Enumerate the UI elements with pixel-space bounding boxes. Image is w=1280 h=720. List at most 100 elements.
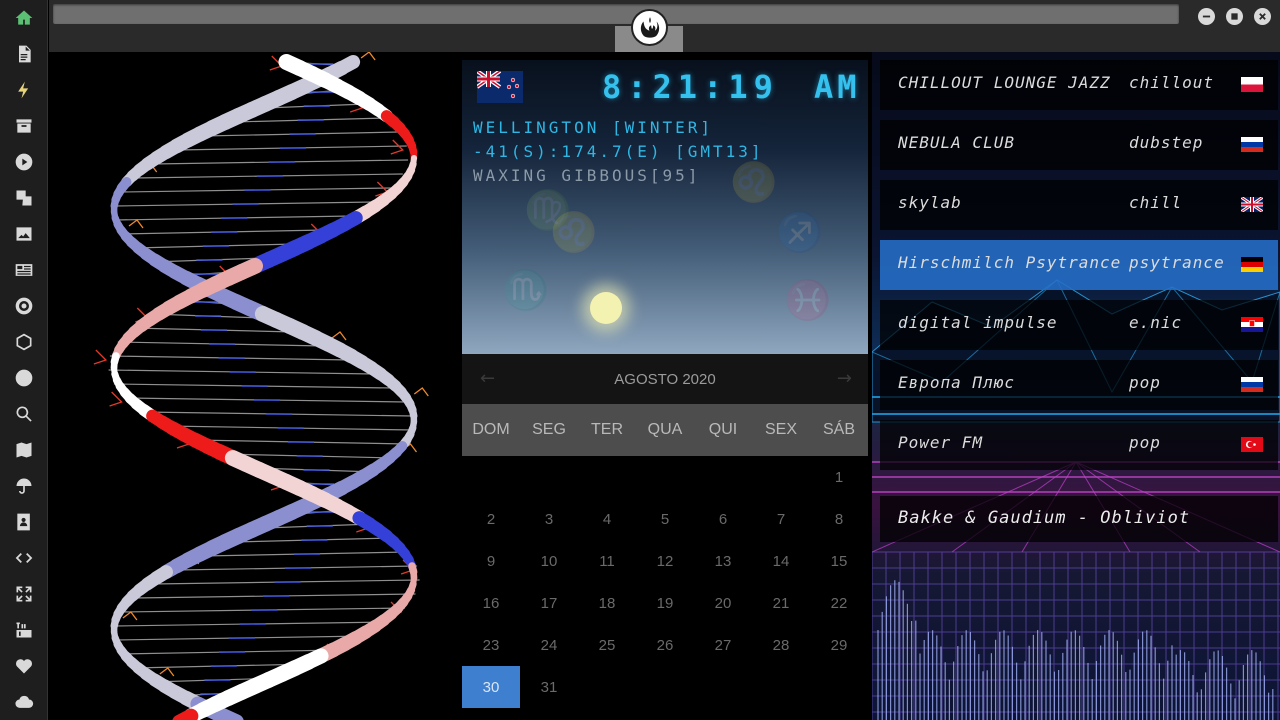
- calendar-next-button[interactable]: →: [837, 368, 852, 389]
- calendar-day: [810, 666, 868, 708]
- weekday-label: DOM: [472, 421, 510, 438]
- calendar-day[interactable]: 2: [462, 498, 520, 540]
- calendar-day[interactable]: 24: [520, 624, 578, 666]
- play-icon: [15, 153, 33, 171]
- clock-location: WELLINGTON [WINTER]: [473, 118, 714, 137]
- calendar-day: [636, 666, 694, 708]
- calendar-day[interactable]: 6: [694, 498, 752, 540]
- calendar-day[interactable]: 26: [636, 624, 694, 666]
- calendar-day[interactable]: 8: [810, 498, 868, 540]
- calendar-day[interactable]: 9: [462, 540, 520, 582]
- calendar-week-row: 23 24 25 26 27 28 29: [462, 624, 868, 666]
- radio-station-row[interactable]: Hirschmilch Psytrance psytrance: [880, 240, 1278, 290]
- now-playing-bar: Bakke & Gaudium - Obliviot: [880, 496, 1278, 542]
- sidebar-item-documents[interactable]: [0, 36, 48, 72]
- calendar-day[interactable]: 21: [752, 582, 810, 624]
- calendar-day: [462, 456, 520, 498]
- dna-molecule-viewer[interactable]: [49, 52, 462, 720]
- calendar-day: [520, 456, 578, 498]
- sidebar-item-map[interactable]: [0, 432, 48, 468]
- calendar-day[interactable]: 17: [520, 582, 578, 624]
- poland-flag-icon: [1241, 77, 1263, 92]
- globe-icon: [15, 369, 33, 387]
- calendar-day[interactable]: 31: [520, 666, 578, 708]
- sidebar-item-translate[interactable]: [0, 180, 48, 216]
- calendar-day[interactable]: 22: [810, 582, 868, 624]
- sidebar-item-contacts[interactable]: [0, 504, 48, 540]
- sidebar-item-media[interactable]: [0, 144, 48, 180]
- calendar-day[interactable]: 13: [694, 540, 752, 582]
- calendar-day[interactable]: 7: [752, 498, 810, 540]
- calendar-day[interactable]: 3: [520, 498, 578, 540]
- station-genre: e.nic: [1129, 313, 1183, 332]
- radio-station-row[interactable]: skylab chill: [880, 180, 1278, 230]
- calendar-day[interactable]: 1: [810, 456, 868, 498]
- sidebar-item-images[interactable]: [0, 216, 48, 252]
- calendar-prev-button[interactable]: ←: [480, 368, 495, 389]
- sidebar-item-search[interactable]: [0, 396, 48, 432]
- calendar-week-row: 1: [462, 456, 868, 498]
- maximize-button[interactable]: [1226, 8, 1243, 25]
- calendar-week-row: 30 31: [462, 666, 868, 708]
- calendar-day[interactable]: 18: [578, 582, 636, 624]
- empire-icon: [15, 297, 33, 315]
- station-name: Hirschmilch Psytrance: [898, 253, 1122, 272]
- station-name: Европа Плюс: [898, 373, 1015, 392]
- sidebar-item-fullscreen[interactable]: [0, 576, 48, 612]
- calendar-day[interactable]: 19: [636, 582, 694, 624]
- station-name: skylab: [898, 193, 962, 212]
- calendar-week-row: 9 10 11 12 13 14 15: [462, 540, 868, 582]
- sidebar-item-youtube[interactable]: [0, 612, 48, 648]
- calendar-day[interactable]: 25: [578, 624, 636, 666]
- turkey-flag-icon: [1241, 437, 1263, 452]
- archive-icon: [16, 119, 32, 133]
- sidebar-item-cloud[interactable]: [0, 684, 48, 720]
- station-genre: chill: [1129, 193, 1183, 212]
- calendar-day[interactable]: 5: [636, 498, 694, 540]
- document-icon: [19, 45, 31, 63]
- close-button[interactable]: [1254, 8, 1271, 25]
- calendar-day: [752, 456, 810, 498]
- weekday-label: SEX: [764, 421, 797, 438]
- new-zealand-flag-icon: [477, 71, 523, 103]
- umbrella-icon: [16, 478, 32, 494]
- calendar-day[interactable]: 20: [694, 582, 752, 624]
- radio-station-row[interactable]: NEBULA CLUB dubstep: [880, 120, 1278, 170]
- radio-station-row[interactable]: Европа Плюс pop: [880, 360, 1278, 410]
- radio-station-row[interactable]: CHILLOUT LOUNGE JAZZ chillout: [880, 60, 1278, 110]
- calendar-day[interactable]: 14: [752, 540, 810, 582]
- sidebar-item-empire[interactable]: [0, 288, 48, 324]
- radio-station-row[interactable]: Power FM pop: [880, 420, 1278, 470]
- address-bar[interactable]: [53, 4, 1179, 24]
- zodiac-pisces-icon: ♓: [784, 278, 832, 322]
- calendar-day[interactable]: 27: [694, 624, 752, 666]
- newspaper-icon: [15, 264, 33, 276]
- calendar-day[interactable]: 4: [578, 498, 636, 540]
- radio-panel: CHILLOUT LOUNGE JAZZ chillout NEBULA CLUB d…: [872, 52, 1280, 720]
- calendar-day[interactable]: 15: [810, 540, 868, 582]
- calendar-day[interactable]: 16: [462, 582, 520, 624]
- calendar-day[interactable]: 11: [578, 540, 636, 582]
- calendar-day-today[interactable]: 30: [462, 666, 520, 708]
- fullscreen-icon: [16, 586, 32, 602]
- calendar-day[interactable]: 28: [752, 624, 810, 666]
- sidebar-item-globe[interactable]: [0, 360, 48, 396]
- sidebar-item-news[interactable]: [0, 252, 48, 288]
- sidebar-item-archive[interactable]: [0, 108, 48, 144]
- sidebar-item-home[interactable]: [0, 0, 48, 36]
- sidebar-item-code[interactable]: [0, 540, 48, 576]
- sidebar-item-weather[interactable]: [0, 468, 48, 504]
- sidebar-item-power[interactable]: [0, 72, 48, 108]
- calendar: ← AGOSTO 2020 → DOM SEG TER QUA QUI SEX …: [462, 354, 868, 720]
- weekday-label: TER: [591, 421, 623, 438]
- dna-double-helix-image: [93, 52, 429, 720]
- sidebar-item-network[interactable]: [0, 324, 48, 360]
- minimize-button[interactable]: [1198, 8, 1215, 25]
- sidebar-item-favorites[interactable]: [0, 648, 48, 684]
- calendar-day[interactable]: 10: [520, 540, 578, 582]
- calendar-day[interactable]: 29: [810, 624, 868, 666]
- radio-station-row[interactable]: digital impulse e.nic: [880, 300, 1278, 350]
- calendar-day[interactable]: 23: [462, 624, 520, 666]
- map-icon: [16, 442, 32, 458]
- calendar-day[interactable]: 12: [636, 540, 694, 582]
